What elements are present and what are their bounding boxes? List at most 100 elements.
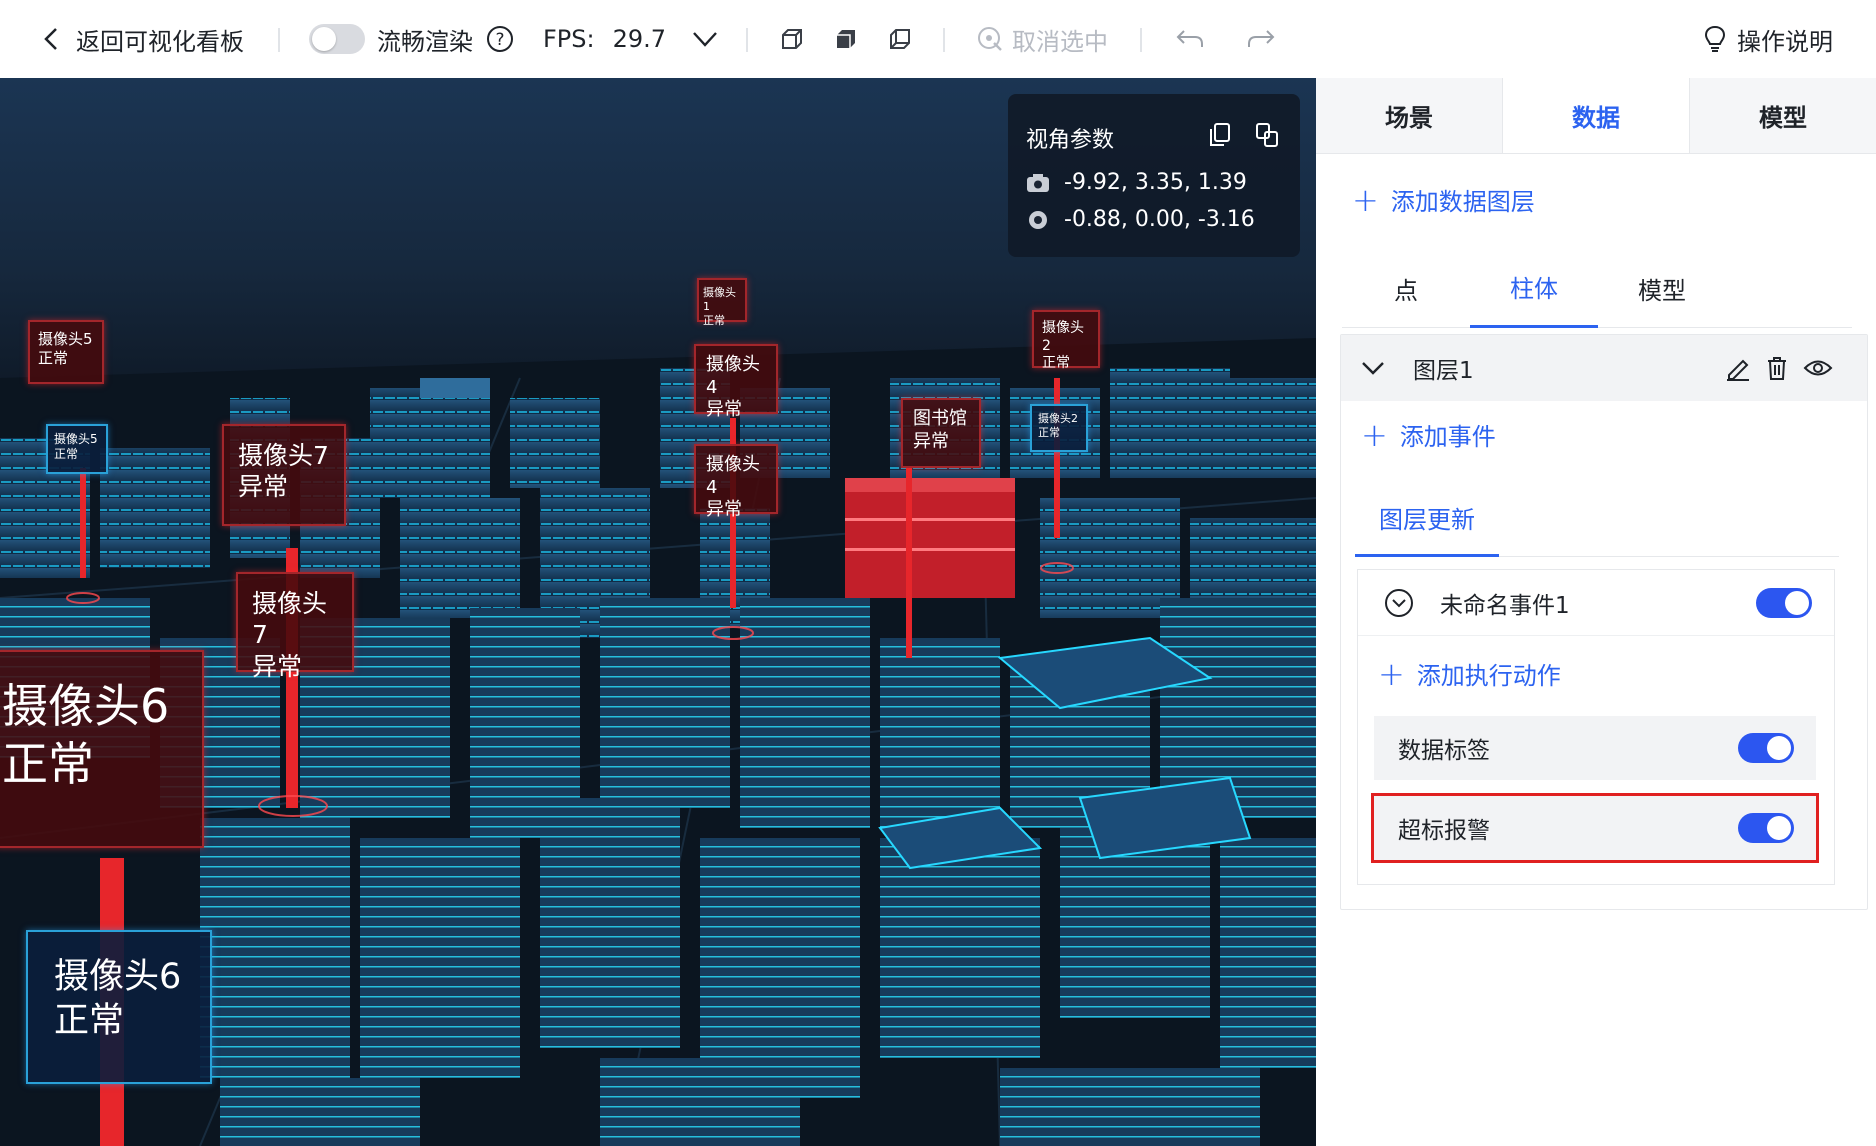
- camera-marker[interactable]: 摄像头7 异常: [236, 572, 354, 681]
- layer-tabs: 图层更新: [1355, 481, 1839, 557]
- plus-icon: +: [1352, 180, 1379, 219]
- camera-marker[interactable]: 摄像头4 异常: [694, 444, 778, 520]
- camera-marker[interactable]: 摄像头1 正常: [697, 278, 747, 327]
- action-label: 超标报警: [1398, 818, 1490, 844]
- smooth-render-toggle[interactable]: 流畅渲染 ?: [309, 0, 515, 78]
- add-action-label: 添加执行动作: [1416, 662, 1561, 690]
- subtab-model[interactable]: 模型: [1598, 248, 1726, 328]
- subtab-point[interactable]: 点: [1342, 248, 1470, 328]
- building-marker[interactable]: 图书馆 异常: [901, 398, 981, 468]
- marker-name: 摄像头5: [38, 330, 93, 348]
- data-label-toggle[interactable]: [1738, 733, 1794, 763]
- marker-status: 异常: [238, 472, 289, 502]
- copy-icon[interactable]: [1208, 122, 1232, 148]
- chevron-down-icon[interactable]: [1361, 360, 1385, 376]
- back-button[interactable]: 返回可视化看板: [40, 0, 244, 78]
- target-position-value: -0.88, 0.00, -3.16: [1064, 207, 1255, 232]
- marker-status: 正常: [38, 348, 69, 367]
- event-name: 未命名事件1: [1440, 592, 1570, 619]
- view-cube-back-button[interactable]: [888, 0, 912, 78]
- tab-layer-update[interactable]: 图层更新: [1355, 481, 1499, 557]
- camera-position-row: -9.92, 3.35, 1.39: [1026, 170, 1247, 195]
- tab-scene[interactable]: 场景: [1316, 78, 1502, 153]
- action-row-data-label: 数据标签: [1374, 716, 1816, 780]
- paste-icon[interactable]: [1254, 122, 1280, 148]
- right-config-panel: 场景 数据 模型 + 添加数据图层 点 柱体 模型 图层1 + 添加事件 图层更…: [1316, 78, 1876, 1146]
- panel-tabs: 场景 数据 模型: [1316, 78, 1876, 154]
- data-type-tabs: 点 柱体 模型: [1342, 248, 1852, 328]
- help-label: 操作说明: [1737, 27, 1833, 56]
- marker-status: 正常: [2, 736, 94, 791]
- fps-label: FPS:: [543, 25, 595, 53]
- over-limit-alarm-toggle[interactable]: [1738, 813, 1794, 843]
- camera-marker[interactable]: 摄像头6 正常: [26, 930, 212, 1084]
- layer-card: 图层1 + 添加事件 图层更新 未命名事件1 + 添加执行动作 数据标签 超标报…: [1340, 334, 1868, 910]
- help-circle-icon[interactable]: ?: [485, 24, 515, 54]
- event-card: 未命名事件1 + 添加执行动作 数据标签 超标报警: [1357, 569, 1835, 885]
- view-cube-solid-button[interactable]: [834, 0, 858, 78]
- target-position-row: -0.88, 0.00, -3.16: [1026, 207, 1255, 232]
- undo-button[interactable]: [1175, 0, 1205, 78]
- add-event-button[interactable]: + 添加事件: [1361, 417, 1496, 452]
- marker-name: 摄像头5: [54, 432, 98, 446]
- marker-name: 图书馆: [913, 408, 967, 429]
- cancel-select-button[interactable]: 取消选中: [976, 0, 1108, 78]
- redo-icon: [1248, 30, 1275, 47]
- chevron-left-icon: [44, 28, 57, 50]
- divider: [943, 28, 945, 52]
- camera-marker[interactable]: 摄像头4 异常: [694, 344, 778, 420]
- help-button[interactable]: 操作说明: [1703, 0, 1833, 78]
- marker-status: 异常: [706, 499, 742, 520]
- event-toggle[interactable]: [1756, 588, 1812, 618]
- marker-status: 正常: [54, 447, 79, 461]
- deselect-icon: [978, 27, 1002, 51]
- camera-marker[interactable]: 摄像头2 正常: [1032, 310, 1100, 371]
- tab-data[interactable]: 数据: [1502, 78, 1689, 153]
- camera-marker[interactable]: 摄像头7 异常: [222, 424, 346, 526]
- toggle-switch[interactable]: [309, 24, 365, 54]
- add-action-button[interactable]: + 添加执行动作: [1378, 656, 1561, 691]
- marker-name: 摄像头7: [238, 441, 329, 470]
- edit-icon[interactable]: [1725, 355, 1751, 381]
- marker-status: 正常: [703, 313, 725, 327]
- add-data-layer-button[interactable]: + 添加数据图层: [1352, 182, 1535, 217]
- add-data-layer-label: 添加数据图层: [1390, 188, 1535, 216]
- tab-model[interactable]: 模型: [1689, 78, 1876, 153]
- marker-name: 摄像头2: [1038, 412, 1078, 425]
- fps-value: 29.7: [612, 25, 667, 53]
- marker-name: 摄像头7: [252, 589, 328, 650]
- divider: [1140, 28, 1142, 52]
- marker-status: 正常: [54, 1000, 125, 1041]
- lightbulb-icon: [1704, 25, 1726, 52]
- back-label: 返回可视化看板: [76, 27, 244, 56]
- camera-position-value: -9.92, 3.35, 1.39: [1064, 170, 1247, 195]
- undo-icon: [1176, 30, 1203, 47]
- camera-params-panel: 视角参数 -9.92, 3.35, 1.39 -0.88, 0.00, -3.1…: [1008, 94, 1300, 257]
- trash-icon[interactable]: [1765, 355, 1789, 381]
- marker-status: 异常: [913, 430, 949, 452]
- svg-text:?: ?: [495, 30, 504, 50]
- plus-icon: +: [1361, 415, 1388, 454]
- marker-status: 正常: [1038, 425, 1060, 439]
- camera-marker[interactable]: 摄像头6 正常: [0, 650, 204, 848]
- collapse-circle-icon[interactable]: [1384, 588, 1414, 618]
- camera-marker[interactable]: 摄像头5 正常: [46, 424, 108, 474]
- cube-back-icon: [890, 29, 910, 49]
- marker-name: 摄像头6: [2, 679, 170, 733]
- camera-params-title: 视角参数: [1026, 128, 1115, 153]
- marker-name: 摄像头4: [706, 354, 760, 398]
- view-cube-wireframe-button[interactable]: [780, 0, 804, 78]
- 3d-scene-viewport[interactable]: 视角参数 -9.92, 3.35, 1.39 -0.88, 0.00, -3.1…: [0, 78, 1316, 1146]
- camera-marker[interactable]: 摄像头2 正常: [1030, 404, 1088, 452]
- redo-button[interactable]: [1246, 0, 1276, 78]
- marker-status: 异常: [706, 399, 742, 420]
- marker-name: 摄像头1: [703, 286, 736, 313]
- divider: [746, 28, 748, 52]
- camera-marker[interactable]: 摄像头5 正常: [28, 320, 104, 384]
- camera-icon: [1027, 173, 1049, 192]
- chevron-down-icon[interactable]: [692, 29, 718, 49]
- visibility-eye-icon[interactable]: [1803, 357, 1833, 379]
- smooth-render-label: 流畅渲染: [377, 27, 473, 56]
- subtab-column[interactable]: 柱体: [1470, 248, 1598, 328]
- event-header: 未命名事件1: [1358, 570, 1834, 636]
